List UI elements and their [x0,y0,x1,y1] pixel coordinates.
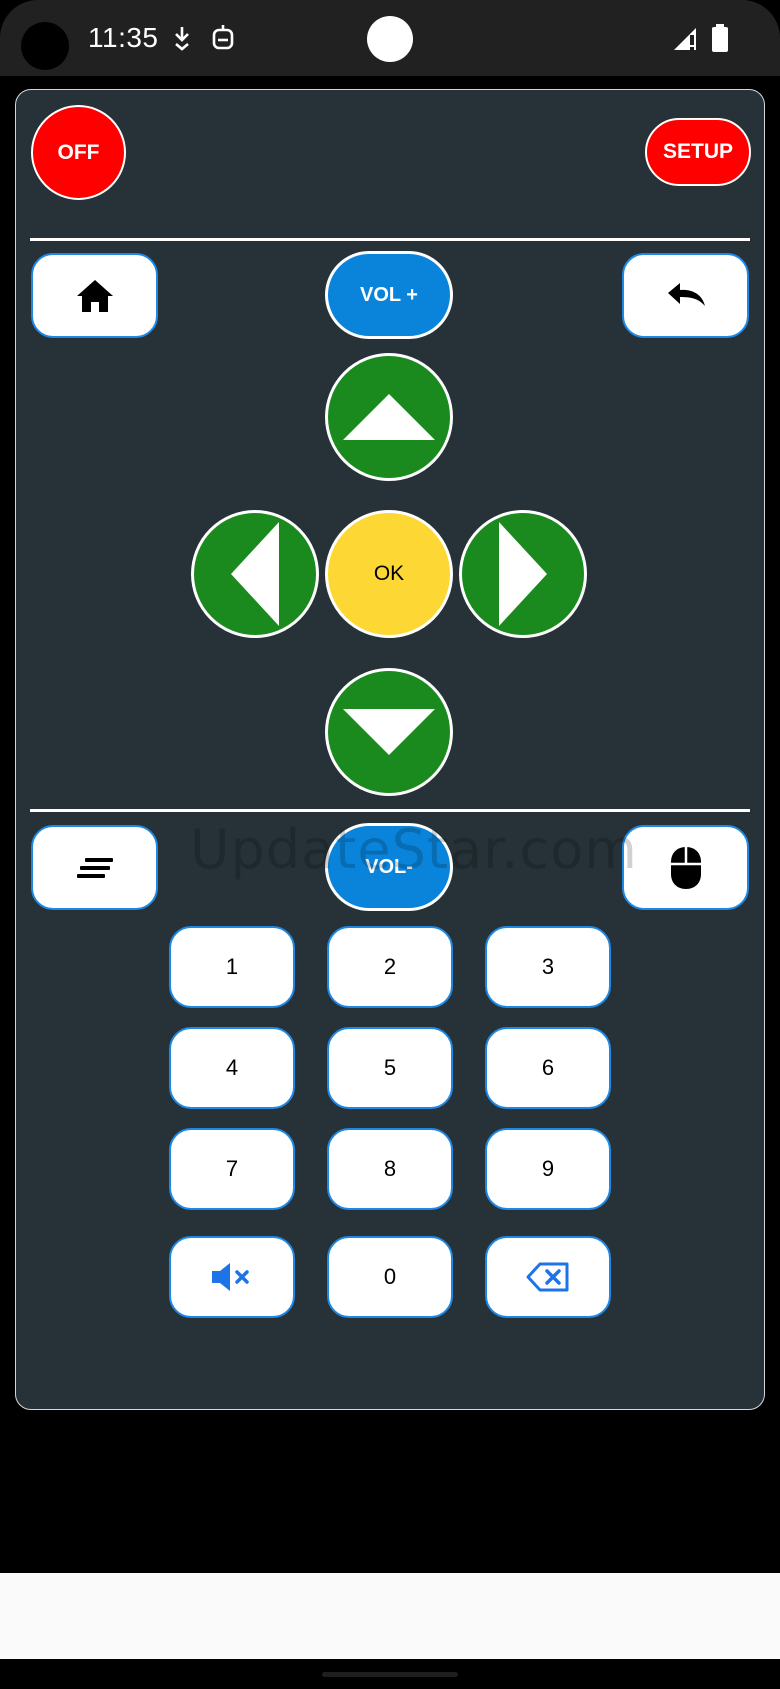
backspace-button[interactable] [485,1236,611,1318]
volume-up-button[interactable]: VOL + [325,251,453,339]
keypad-3-label: 3 [541,954,555,979]
mouse-icon [670,846,701,889]
volume-down-label: VOL- [365,855,413,878]
arrow-left-icon [231,522,279,626]
keypad-5-button[interactable]: 5 [327,1027,453,1109]
mute-button[interactable] [169,1236,295,1318]
keypad-9-label: 9 [541,1156,555,1181]
back-button[interactable] [622,253,749,338]
camera-cutout [21,22,69,70]
keypad-1-label: 1 [225,954,239,979]
keypad-9-button[interactable]: 9 [485,1128,611,1210]
keypad-2-button[interactable]: 2 [327,926,453,1008]
home-icon [76,279,113,312]
power-off-label: OFF [57,140,100,164]
status-bar: 11:35 [0,0,780,76]
undo-arrow-icon [667,282,705,306]
keypad-0-label: 0 [383,1264,397,1289]
arrow-up-icon [343,394,435,440]
front-camera [367,16,413,62]
dpad-up-button[interactable] [325,353,453,481]
ok-button[interactable]: OK [325,510,453,638]
robot-icon [212,25,234,50]
battery-icon [712,24,728,52]
keypad-3-button[interactable]: 3 [485,926,611,1008]
top-divider [30,238,750,241]
signal-icon [674,28,696,50]
keypad-7-label: 7 [225,1156,239,1181]
mute-icon [212,1263,249,1291]
keypad-6-label: 6 [541,1055,555,1080]
keypad-4-button[interactable]: 4 [169,1027,295,1109]
ok-label: OK [373,562,405,585]
keypad-5-label: 5 [383,1055,397,1080]
setup-button[interactable]: SETUP [645,118,751,186]
arrow-right-icon [499,522,547,626]
volume-down-button[interactable]: VOL- [325,823,453,911]
power-off-button[interactable]: OFF [31,105,126,200]
keypad-8-label: 8 [383,1156,397,1181]
keypad-8-button[interactable]: 8 [327,1128,453,1210]
dpad-right-button[interactable] [459,510,587,638]
keypad-6-button[interactable]: 6 [485,1027,611,1109]
arrow-down-icon [343,709,435,755]
gesture-handle[interactable] [322,1672,458,1677]
download-icon [175,27,189,51]
setup-label: SETUP [662,140,733,163]
menu-lines-icon [76,857,113,878]
home-button[interactable] [31,253,158,338]
menu-button[interactable] [31,825,158,910]
keypad-1-button[interactable]: 1 [169,926,295,1008]
backspace-icon [526,1262,569,1292]
volume-up-label: VOL + [360,283,418,306]
keypad-0-button[interactable]: 0 [327,1236,453,1318]
mouse-button[interactable] [622,825,749,910]
middle-divider [30,809,750,812]
dpad-down-button[interactable] [325,668,453,796]
keypad-2-label: 2 [383,954,397,979]
dpad-left-button[interactable] [191,510,319,638]
keypad-7-button[interactable]: 7 [169,1128,295,1210]
status-time: 11:35 [88,22,159,53]
keypad-4-label: 4 [225,1055,239,1080]
